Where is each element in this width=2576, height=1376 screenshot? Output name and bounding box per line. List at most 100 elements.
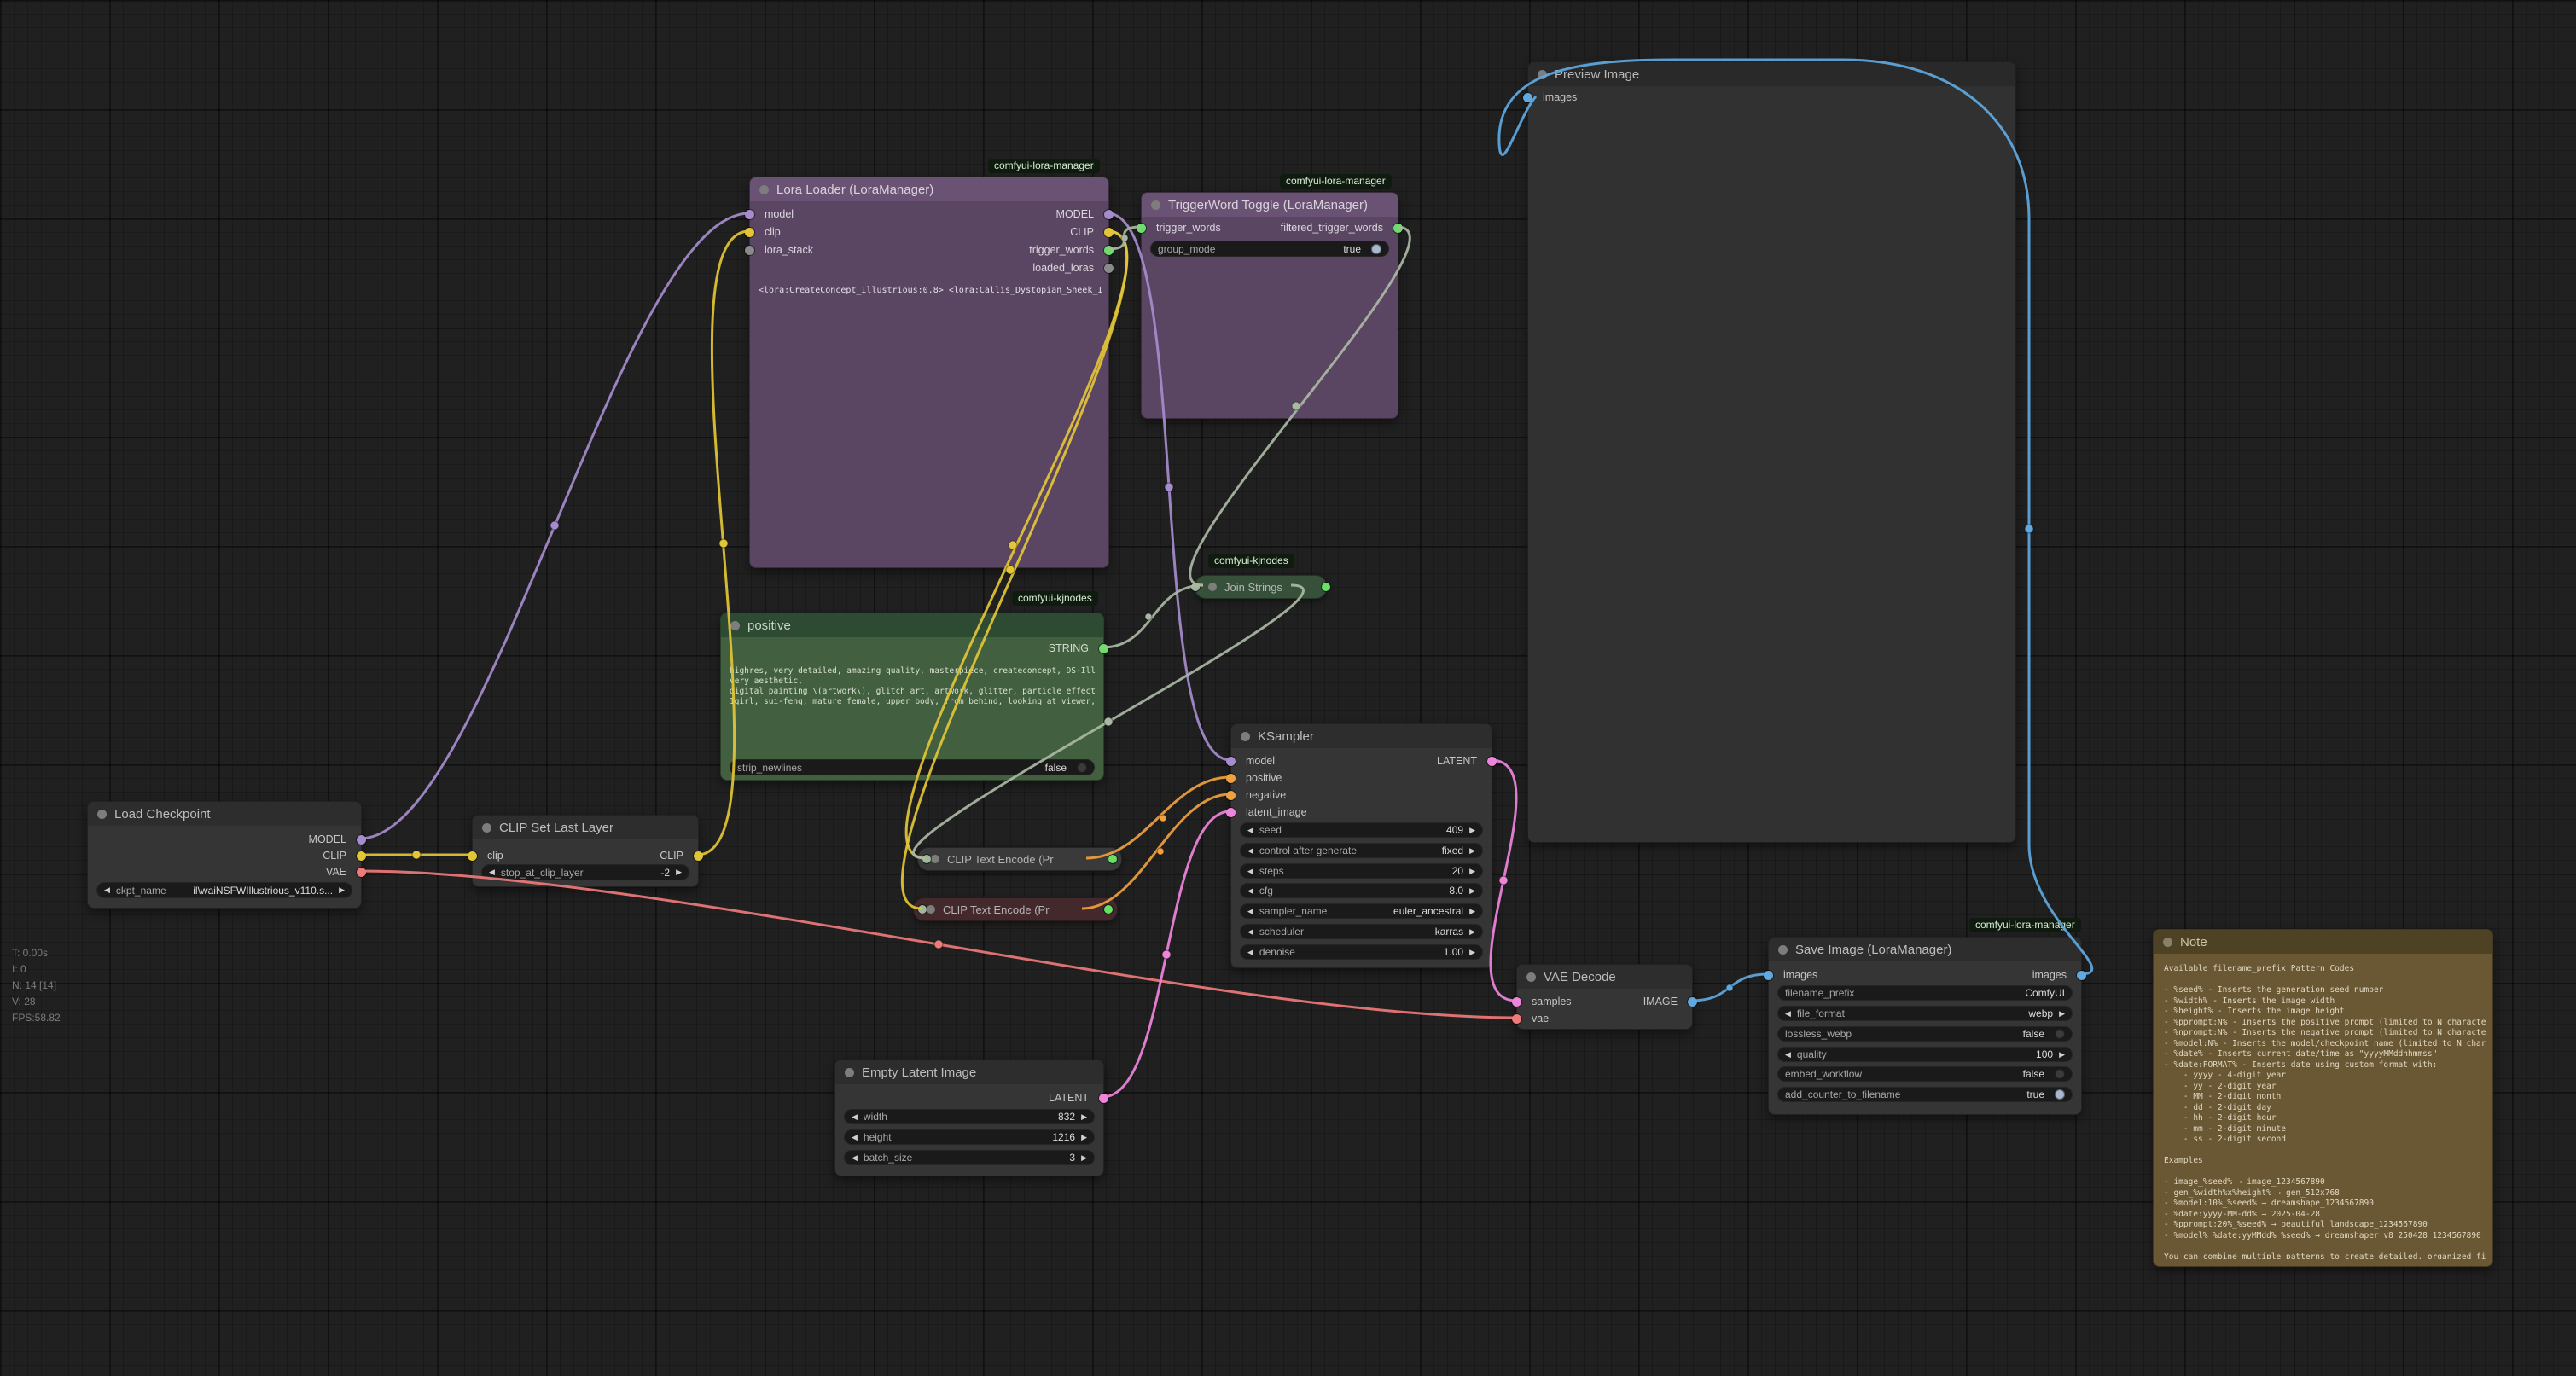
port-trigger-words-output[interactable] (1104, 246, 1114, 255)
port-conditioning-output[interactable] (1108, 855, 1117, 863)
port-negative-input[interactable] (1226, 791, 1236, 800)
stepper-right-arrow[interactable]: ▶ (1081, 1153, 1087, 1163)
port-positive-input[interactable] (1226, 774, 1236, 783)
stepper-left-arrow[interactable]: ◀ (1785, 1050, 1791, 1060)
widget-width[interactable]: ◀ width 832 ▶ (844, 1109, 1095, 1124)
combo-left-arrow[interactable]: ◀ (104, 885, 110, 895)
node-header[interactable]: Note (2154, 930, 2492, 954)
widget-scheduler[interactable]: ◀ scheduler karras ▶ (1240, 924, 1483, 939)
toggle-dot-off[interactable] (2055, 1069, 2065, 1079)
widget-lossless-webp[interactable]: lossless_webp false (1777, 1026, 2073, 1042)
port-model-input[interactable] (745, 210, 754, 219)
stepper-right-arrow[interactable]: ▶ (1469, 948, 1475, 957)
toggle-dot-off[interactable] (2055, 1029, 2065, 1039)
stepper-left-arrow[interactable]: ◀ (1247, 948, 1253, 957)
stepper-right-arrow[interactable]: ▶ (676, 868, 682, 877)
node-lora-loader[interactable]: Lora Loader (LoraManager) model clip lor… (749, 177, 1109, 568)
widget-ckpt-name[interactable]: ◀ ckpt_name il\waiNSFWIllustrious_v110.s… (96, 882, 352, 898)
widget-seed[interactable]: ◀ seed 409 ▶ (1240, 822, 1483, 838)
port-latent-output[interactable] (1487, 757, 1497, 766)
port-latent-output[interactable] (1099, 1094, 1108, 1103)
node-header[interactable]: TriggerWord Toggle (LoraManager) (1142, 193, 1398, 217)
port-images-input[interactable] (1764, 971, 1773, 980)
node-header[interactable]: Empty Latent Image (835, 1060, 1103, 1084)
stepper-right-arrow[interactable]: ▶ (2059, 1050, 2065, 1060)
widget-denoise[interactable]: ◀ denoise 1.00 ▶ (1240, 944, 1483, 960)
combo-left-arrow[interactable]: ◀ (1247, 927, 1253, 937)
widget-batch-size[interactable]: ◀ batch_size 3 ▶ (844, 1150, 1095, 1165)
widget-filename-prefix[interactable]: filename_prefix ComfyUI (1777, 985, 2073, 1001)
node-header[interactable]: Lora Loader (LoraManager) (750, 177, 1108, 201)
node-clip-set-last-layer[interactable]: CLIP Set Last Layer clip CLIP ◀ stop_at_… (472, 815, 699, 887)
port-trigger-words-input[interactable] (1137, 224, 1146, 233)
port-string-output[interactable] (1099, 644, 1108, 653)
port-clip-output[interactable] (357, 851, 366, 861)
node-note[interactable]: Note Available filename_prefix Pattern C… (2153, 929, 2493, 1267)
node-header[interactable]: KSampler (1231, 724, 1492, 748)
combo-right-arrow[interactable]: ▶ (1469, 846, 1475, 856)
port-clip-input[interactable] (468, 851, 477, 861)
stepper-left-arrow[interactable]: ◀ (1247, 886, 1253, 896)
port-collapsed-input[interactable] (922, 855, 931, 863)
port-model-output[interactable] (357, 835, 366, 845)
combo-right-arrow[interactable]: ▶ (339, 885, 345, 895)
combo-left-arrow[interactable]: ◀ (1785, 1009, 1791, 1019)
node-ksampler[interactable]: KSampler model positive negative latent_… (1230, 723, 1492, 968)
port-loaded-loras-output[interactable] (1104, 264, 1114, 273)
stepper-left-arrow[interactable]: ◀ (852, 1112, 858, 1122)
node-clip-text-encode-positive[interactable]: CLIP Text Encode (Pr (917, 847, 1122, 871)
port-vae-input[interactable] (1512, 1014, 1521, 1024)
stepper-right-arrow[interactable]: ▶ (1081, 1133, 1087, 1142)
stepper-right-arrow[interactable]: ▶ (1081, 1112, 1087, 1122)
combo-left-arrow[interactable]: ◀ (1247, 846, 1253, 856)
port-image-output[interactable] (1688, 997, 1697, 1007)
toggle-dot-on[interactable] (2055, 1089, 2065, 1100)
node-header[interactable]: Load Checkpoint (88, 802, 361, 826)
stepper-left-arrow[interactable]: ◀ (489, 868, 495, 877)
combo-left-arrow[interactable]: ◀ (1247, 907, 1253, 916)
combo-right-arrow[interactable]: ▶ (1469, 907, 1475, 916)
port-vae-output[interactable] (357, 868, 366, 877)
node-positive-prompt[interactable]: positive STRING highres, very detailed, … (720, 613, 1104, 781)
node-header[interactable]: VAE Decode (1517, 965, 1692, 989)
widget-sampler-name[interactable]: ◀ sampler_name euler_ancestral ▶ (1240, 903, 1483, 919)
widget-height[interactable]: ◀ height 1216 ▶ (844, 1129, 1095, 1145)
stepper-left-arrow[interactable]: ◀ (852, 1153, 858, 1163)
port-samples-input[interactable] (1512, 997, 1521, 1007)
port-model-output[interactable] (1104, 210, 1114, 219)
widget-steps[interactable]: ◀ steps 20 ▶ (1240, 863, 1483, 879)
widget-group-mode[interactable]: group_mode true (1150, 241, 1389, 257)
node-header[interactable]: Preview Image (1528, 62, 2015, 86)
lora-syntax-text[interactable]: <lora:CreateConcept_Illustrious:0.8> <lo… (759, 286, 1102, 299)
combo-right-arrow[interactable]: ▶ (1469, 927, 1475, 937)
stepper-left-arrow[interactable]: ◀ (1247, 867, 1253, 876)
comfyui-canvas[interactable]: { "colors": { "model": "#a58ccd", "clip"… (0, 0, 2576, 1376)
port-string-output[interactable] (1322, 583, 1330, 591)
widget-add-counter-to-filename[interactable]: add_counter_to_filename true (1777, 1087, 2073, 1102)
port-images-output[interactable] (2077, 971, 2086, 980)
port-collapsed-input[interactable] (918, 905, 927, 914)
node-clip-text-encode-negative[interactable]: CLIP Text Encode (Pr (913, 897, 1118, 921)
port-strings-input[interactable] (1191, 583, 1200, 591)
stepper-right-arrow[interactable]: ▶ (1469, 826, 1475, 835)
node-header[interactable]: CLIP Set Last Layer (473, 816, 698, 839)
combo-right-arrow[interactable]: ▶ (2059, 1009, 2065, 1019)
port-clip-output[interactable] (694, 851, 703, 861)
node-join-strings[interactable]: Join Strings (1195, 575, 1327, 599)
widget-cfg[interactable]: ◀ cfg 8.0 ▶ (1240, 883, 1483, 898)
node-load-checkpoint[interactable]: Load Checkpoint MODEL CLIP VAE ◀ ckpt_na… (87, 801, 362, 909)
port-model-input[interactable] (1226, 757, 1236, 766)
node-triggerword-toggle[interactable]: TriggerWord Toggle (LoraManager) trigger… (1141, 192, 1398, 419)
port-lora-stack-input[interactable] (745, 246, 754, 255)
toggle-dot-off[interactable] (1077, 763, 1087, 773)
stepper-right-arrow[interactable]: ▶ (1469, 886, 1475, 896)
port-conditioning-output[interactable] (1104, 905, 1113, 914)
port-filtered-trigger-words-output[interactable] (1393, 224, 1403, 233)
stepper-right-arrow[interactable]: ▶ (1469, 867, 1475, 876)
node-vae-decode[interactable]: VAE Decode samples vae IMAGE (1516, 964, 1693, 1030)
node-header[interactable]: positive (721, 613, 1103, 637)
node-header[interactable]: Save Image (LoraManager) (1769, 938, 2081, 961)
port-clip-output[interactable] (1104, 228, 1114, 237)
prompt-text[interactable]: highres, very detailed, amazing quality,… (730, 666, 1096, 712)
port-latent-image-input[interactable] (1226, 808, 1236, 817)
